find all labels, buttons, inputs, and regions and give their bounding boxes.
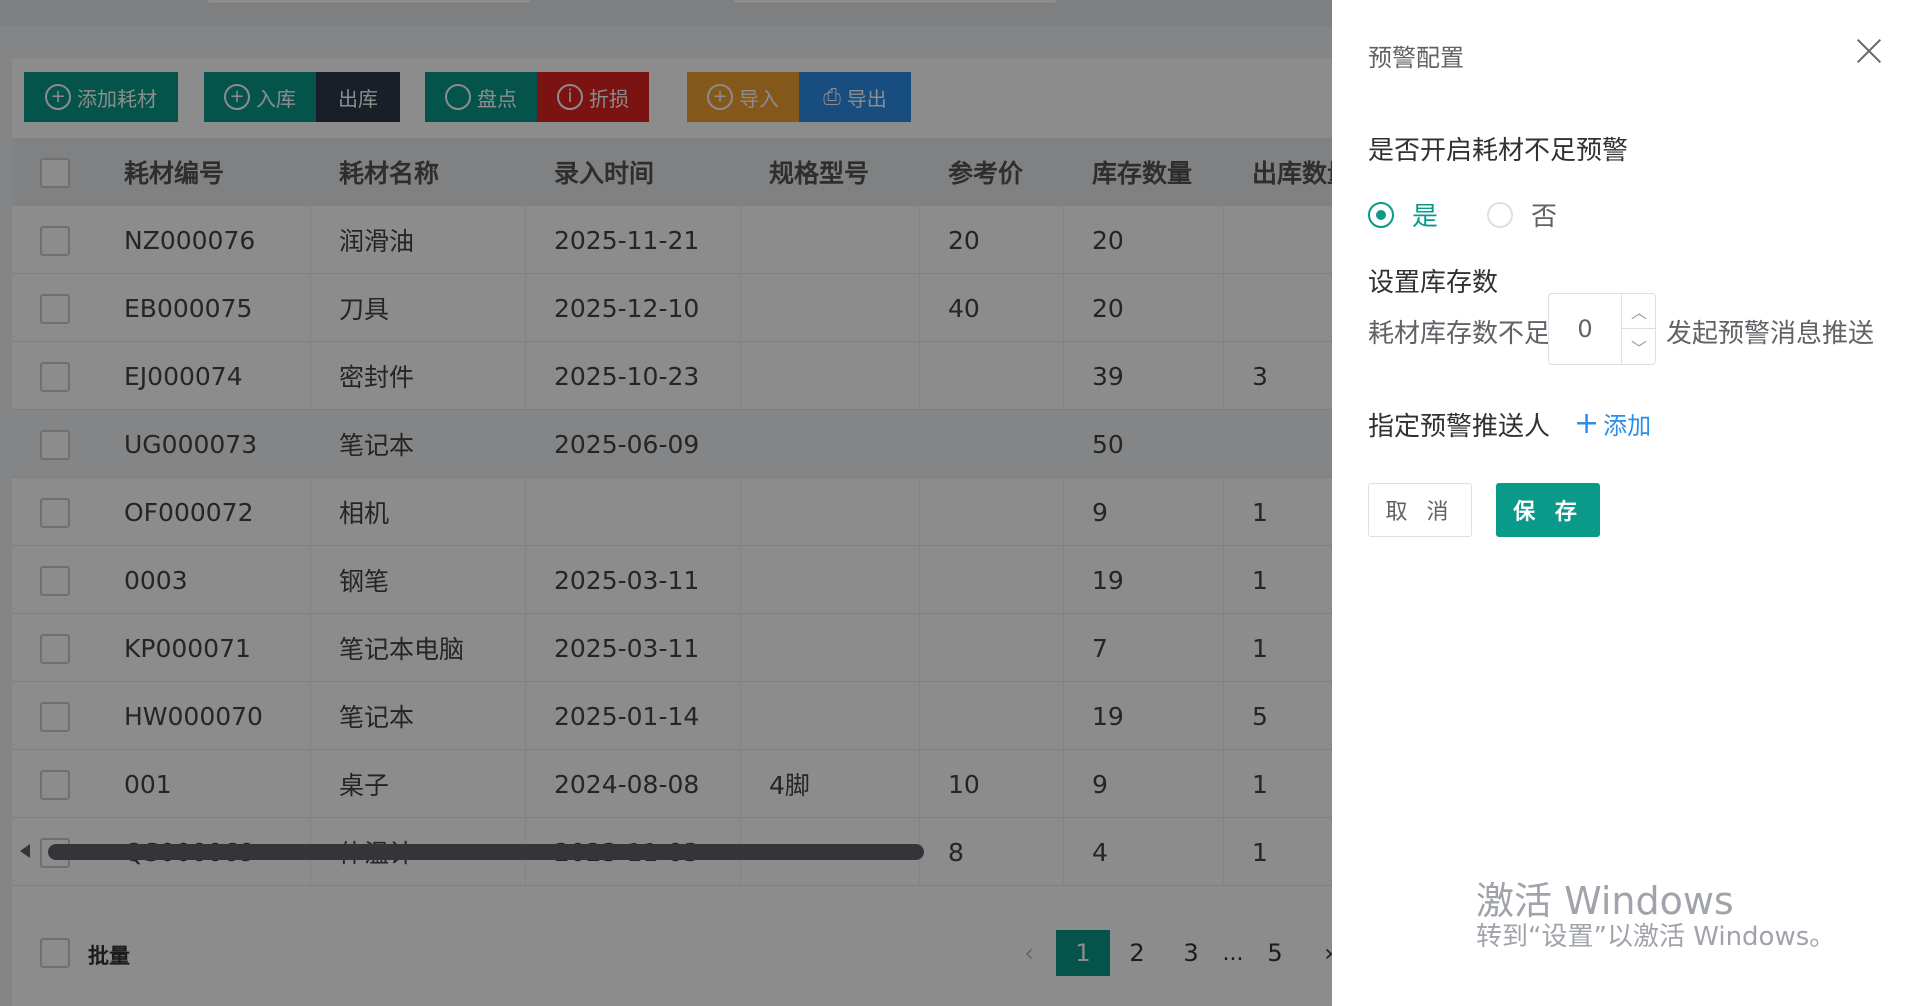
add-recipient-button[interactable]: + 添加 [1574,406,1651,441]
drawer-title: 预警配置 [1368,44,1464,72]
radio-dot-checked [1368,201,1394,228]
stock-threshold-row: 耗材库存数不足 0 ︿ ﹀ 发起预警消息推送 [1368,293,1908,365]
stock-suffix-text: 发起预警消息推送 [1666,319,1875,349]
close-icon[interactable] [1852,34,1886,68]
alert-config-drawer: 预警配置 是否开启耗材不足预警 是 否 设置库存数 耗材库存数不足 0 ︿ ﹀ … [1332,0,1920,1006]
activation-watermark-subtitle: 转到“设置”以激活 Windows。 [1476,922,1836,952]
enable-alert-label: 是否开启耗材不足预警 [1368,136,1629,166]
radio-dot-unchecked [1487,201,1513,228]
plus-icon: + [1574,405,1600,441]
recipient-label: 指定预警推送人 [1368,412,1551,442]
chevron-down-icon[interactable]: ﹀ [1621,329,1656,364]
radio-yes[interactable]: 是 [1368,196,1438,233]
stock-number-input[interactable]: 0 ︿ ﹀ [1548,293,1656,365]
save-button[interactable]: 保 存 [1496,483,1600,537]
cancel-button[interactable]: 取 消 [1368,483,1472,537]
modal-overlay[interactable] [0,0,1332,1006]
radio-no[interactable]: 否 [1487,196,1557,233]
stock-value[interactable]: 0 [1549,294,1621,364]
chevron-up-icon[interactable]: ︿ [1621,294,1656,329]
stock-prefix-text: 耗材库存数不足 [1368,319,1551,349]
